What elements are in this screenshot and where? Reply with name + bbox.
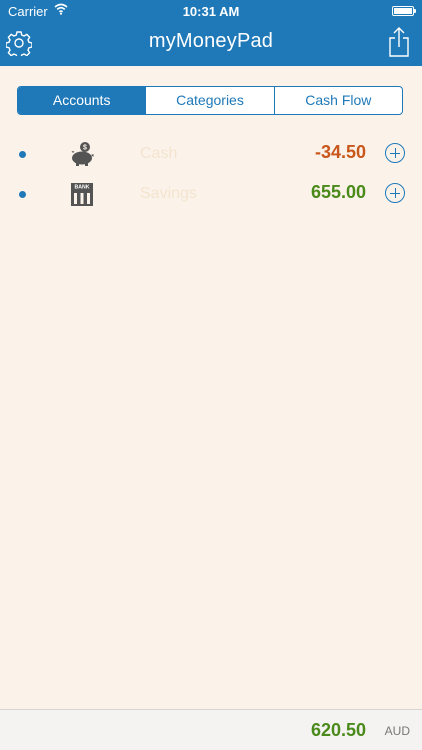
svg-text:BANK: BANK — [75, 185, 90, 191]
tab-cash-flow[interactable]: Cash Flow — [273, 87, 402, 114]
account-row-cash[interactable]: $ Cash -34.50 — [0, 135, 422, 173]
account-name: Cash — [140, 145, 178, 162]
piggy-bank-icon: $ — [71, 142, 94, 166]
status-bar: Carrier 10:31 AM — [0, 0, 422, 22]
currency-label: AUD — [384, 724, 410, 738]
account-balance: -34.50 — [314, 142, 366, 162]
add-transaction-icon[interactable] — [385, 143, 405, 163]
status-time: 10:31 AM — [182, 4, 240, 19]
battery-icon — [392, 6, 416, 16]
account-indicator-dot — [19, 151, 26, 158]
view-segmented-control: Accounts Categories Cash Flow — [17, 86, 403, 115]
tab-accounts[interactable]: Accounts — [18, 87, 146, 114]
page-title: myMoneyPad — [148, 30, 274, 52]
share-icon[interactable] — [388, 27, 410, 57]
account-indicator-dot — [19, 191, 26, 198]
account-balance: 655.00 — [310, 182, 366, 202]
account-name: Savings — [140, 185, 197, 202]
add-transaction-icon[interactable] — [385, 183, 405, 203]
bank-icon: BANK — [71, 183, 93, 206]
app-header: Carrier 10:31 AM myMoneyPad — [0, 0, 422, 66]
svg-text:$: $ — [83, 145, 87, 152]
tab-categories[interactable]: Categories — [145, 87, 273, 114]
account-row-savings[interactable]: BANK Savings 655.00 — [0, 175, 422, 213]
totals-footer: 620.50 AUD — [0, 709, 422, 750]
total-balance: 620.50 — [310, 720, 366, 740]
